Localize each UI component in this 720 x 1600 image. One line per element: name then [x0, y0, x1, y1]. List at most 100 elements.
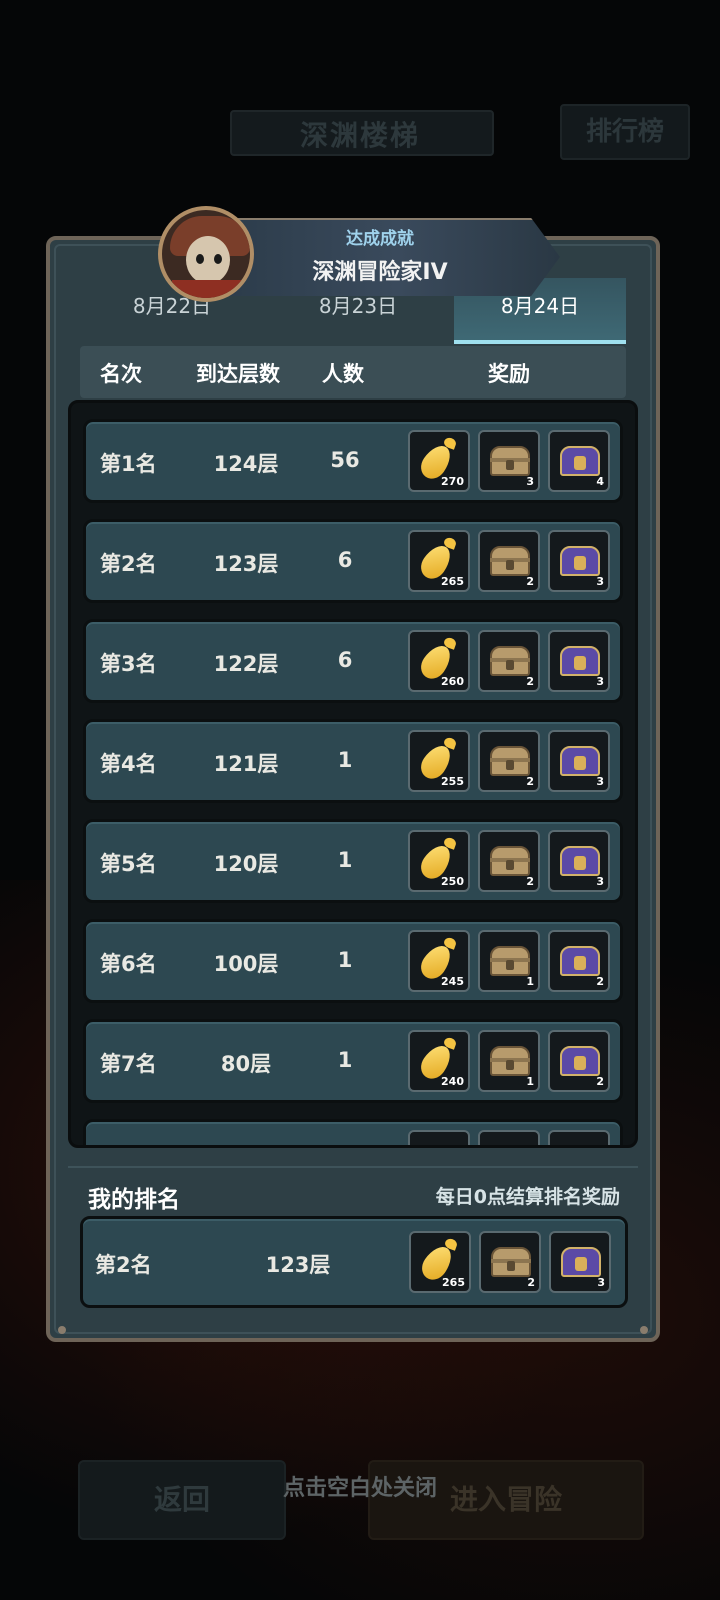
my-rank-label: 我的排名: [88, 1187, 180, 1213]
purple-chest-icon: [561, 1247, 601, 1277]
ranking-row: 第6名 100层 1 245 1 2: [83, 919, 623, 1003]
carrot-reward[interactable]: 265: [409, 1231, 471, 1293]
treasure-chest-icon: [490, 746, 530, 776]
reward-qty: 245: [441, 975, 464, 988]
reward-qty: 2: [526, 875, 534, 888]
carrot-reward[interactable]: [408, 1130, 470, 1145]
ranking-row-partial: [83, 1119, 623, 1148]
reward-qty: 260: [441, 675, 464, 688]
reward-qty: 3: [596, 875, 604, 888]
carrot-reward[interactable]: 245: [408, 930, 470, 992]
purple-chest-reward[interactable]: 2: [548, 1030, 610, 1092]
treasure-chest-icon: [490, 1146, 530, 1148]
purple-chest-icon: [560, 746, 600, 776]
row-rank: 第6名: [100, 952, 157, 976]
reward-qty: 3: [526, 475, 534, 488]
reward-qty: 265: [442, 1276, 465, 1289]
row-rank: 第4名: [100, 752, 157, 776]
purple-chest-reward[interactable]: [548, 1130, 610, 1148]
ranking-row: 第2名 123层 6 265 2 3: [83, 519, 623, 603]
chest-reward[interactable]: 1: [478, 930, 540, 992]
treasure-chest-icon: [490, 446, 530, 476]
row-count: 1: [337, 948, 353, 972]
header-rank: 名次: [100, 362, 142, 386]
purple-chest-reward[interactable]: 3: [548, 530, 610, 592]
row-rank: 第3名: [100, 652, 157, 676]
carrot-reward[interactable]: 240: [408, 1030, 470, 1092]
table-header: 名次 到达层数 人数 奖励: [80, 346, 626, 398]
chest-reward[interactable]: 2: [478, 630, 540, 692]
row-count: 56: [330, 448, 360, 472]
background-title: 深渊楼梯: [299, 119, 420, 152]
ranking-row: 第5名 120层 1 250 2 3: [83, 819, 623, 903]
carrot-reward[interactable]: 270: [408, 430, 470, 492]
carrot-reward[interactable]: 260: [408, 630, 470, 692]
reward-qty: 2: [596, 975, 604, 988]
chest-reward[interactable]: 2: [478, 730, 540, 792]
achievement-subtitle: 达成成就: [346, 229, 414, 249]
purple-chest-reward[interactable]: 2: [548, 930, 610, 992]
ranking-row: 第3名 122层 6 260 2 3: [83, 619, 623, 703]
my-rank-value: 第2名: [95, 1253, 152, 1277]
close-hint[interactable]: 点击空白处关闭: [0, 1470, 720, 1502]
reward-qty: 250: [441, 875, 464, 888]
carrot-reward[interactable]: 250: [408, 830, 470, 892]
chest-reward[interactable]: 2: [479, 1231, 541, 1293]
ranking-list[interactable]: 第1名 124层 56 270 3 4 第2名 123层 6 265 2 3 第…: [68, 400, 638, 1148]
reward-qty: 270: [441, 475, 464, 488]
reward-qty: 3: [596, 675, 604, 688]
reward-qty: 240: [441, 1075, 464, 1088]
my-floor-value: 123层: [265, 1253, 331, 1277]
avatar: [158, 206, 254, 302]
chest-reward[interactable]: 1: [478, 1030, 540, 1092]
row-count: 6: [337, 548, 353, 572]
header-reward: 奖励: [488, 362, 530, 386]
treasure-chest-icon: [490, 1046, 530, 1076]
reward-qty: 4: [596, 475, 604, 488]
purple-chest-icon: [560, 846, 600, 876]
purple-chest-reward[interactable]: 3: [548, 730, 610, 792]
purple-chest-icon: [560, 1146, 600, 1148]
row-floor: 122层: [213, 652, 279, 676]
row-count: 1: [337, 748, 353, 772]
reward-qty: 1: [526, 975, 534, 988]
treasure-chest-icon: [490, 546, 530, 576]
row-floor: 123层: [213, 552, 279, 576]
purple-chest-reward[interactable]: 3: [548, 830, 610, 892]
ranking-row: 第4名 121层 1 255 2 3: [83, 719, 623, 803]
chest-reward[interactable]: 2: [478, 830, 540, 892]
row-rank: 第2名: [100, 552, 157, 576]
settlement-note: 每日0点结算排名奖励: [435, 1186, 620, 1208]
row-count: 1: [337, 1048, 353, 1072]
purple-chest-icon: [560, 1046, 600, 1076]
reward-qty: 3: [596, 575, 604, 588]
background-title-plate: 深渊楼梯: [190, 100, 530, 160]
reward-qty: 2: [526, 775, 534, 788]
chest-reward[interactable]: 3: [478, 430, 540, 492]
treasure-chest-icon: [490, 646, 530, 676]
row-rank: 第5名: [100, 852, 157, 876]
reward-qty: 2: [526, 575, 534, 588]
my-rank-row: 第2名 123层 265 2 3: [80, 1216, 628, 1308]
carrot-icon: [415, 1140, 457, 1145]
treasure-chest-icon: [490, 946, 530, 976]
row-count: 6: [337, 648, 353, 672]
purple-chest-icon: [560, 546, 600, 576]
ranking-row: 第1名 124层 56 270 3 4: [83, 419, 623, 503]
purple-chest-reward[interactable]: 4: [548, 430, 610, 492]
chest-reward[interactable]: 2: [478, 530, 540, 592]
purple-chest-reward[interactable]: 3: [548, 630, 610, 692]
purple-chest-reward[interactable]: 3: [549, 1231, 611, 1293]
reward-qty: 2: [596, 1075, 604, 1088]
carrot-reward[interactable]: 265: [408, 530, 470, 592]
reward-qty: 3: [597, 1276, 605, 1289]
treasure-chest-icon: [491, 1247, 531, 1277]
row-floor: 100层: [213, 952, 279, 976]
purple-chest-icon: [560, 946, 600, 976]
chest-reward[interactable]: [478, 1130, 540, 1148]
carrot-reward[interactable]: 255: [408, 730, 470, 792]
row-floor: 80层: [220, 1052, 272, 1076]
purple-chest-icon: [560, 646, 600, 676]
reward-qty: 1: [526, 1075, 534, 1088]
row-count: 1: [337, 848, 353, 872]
